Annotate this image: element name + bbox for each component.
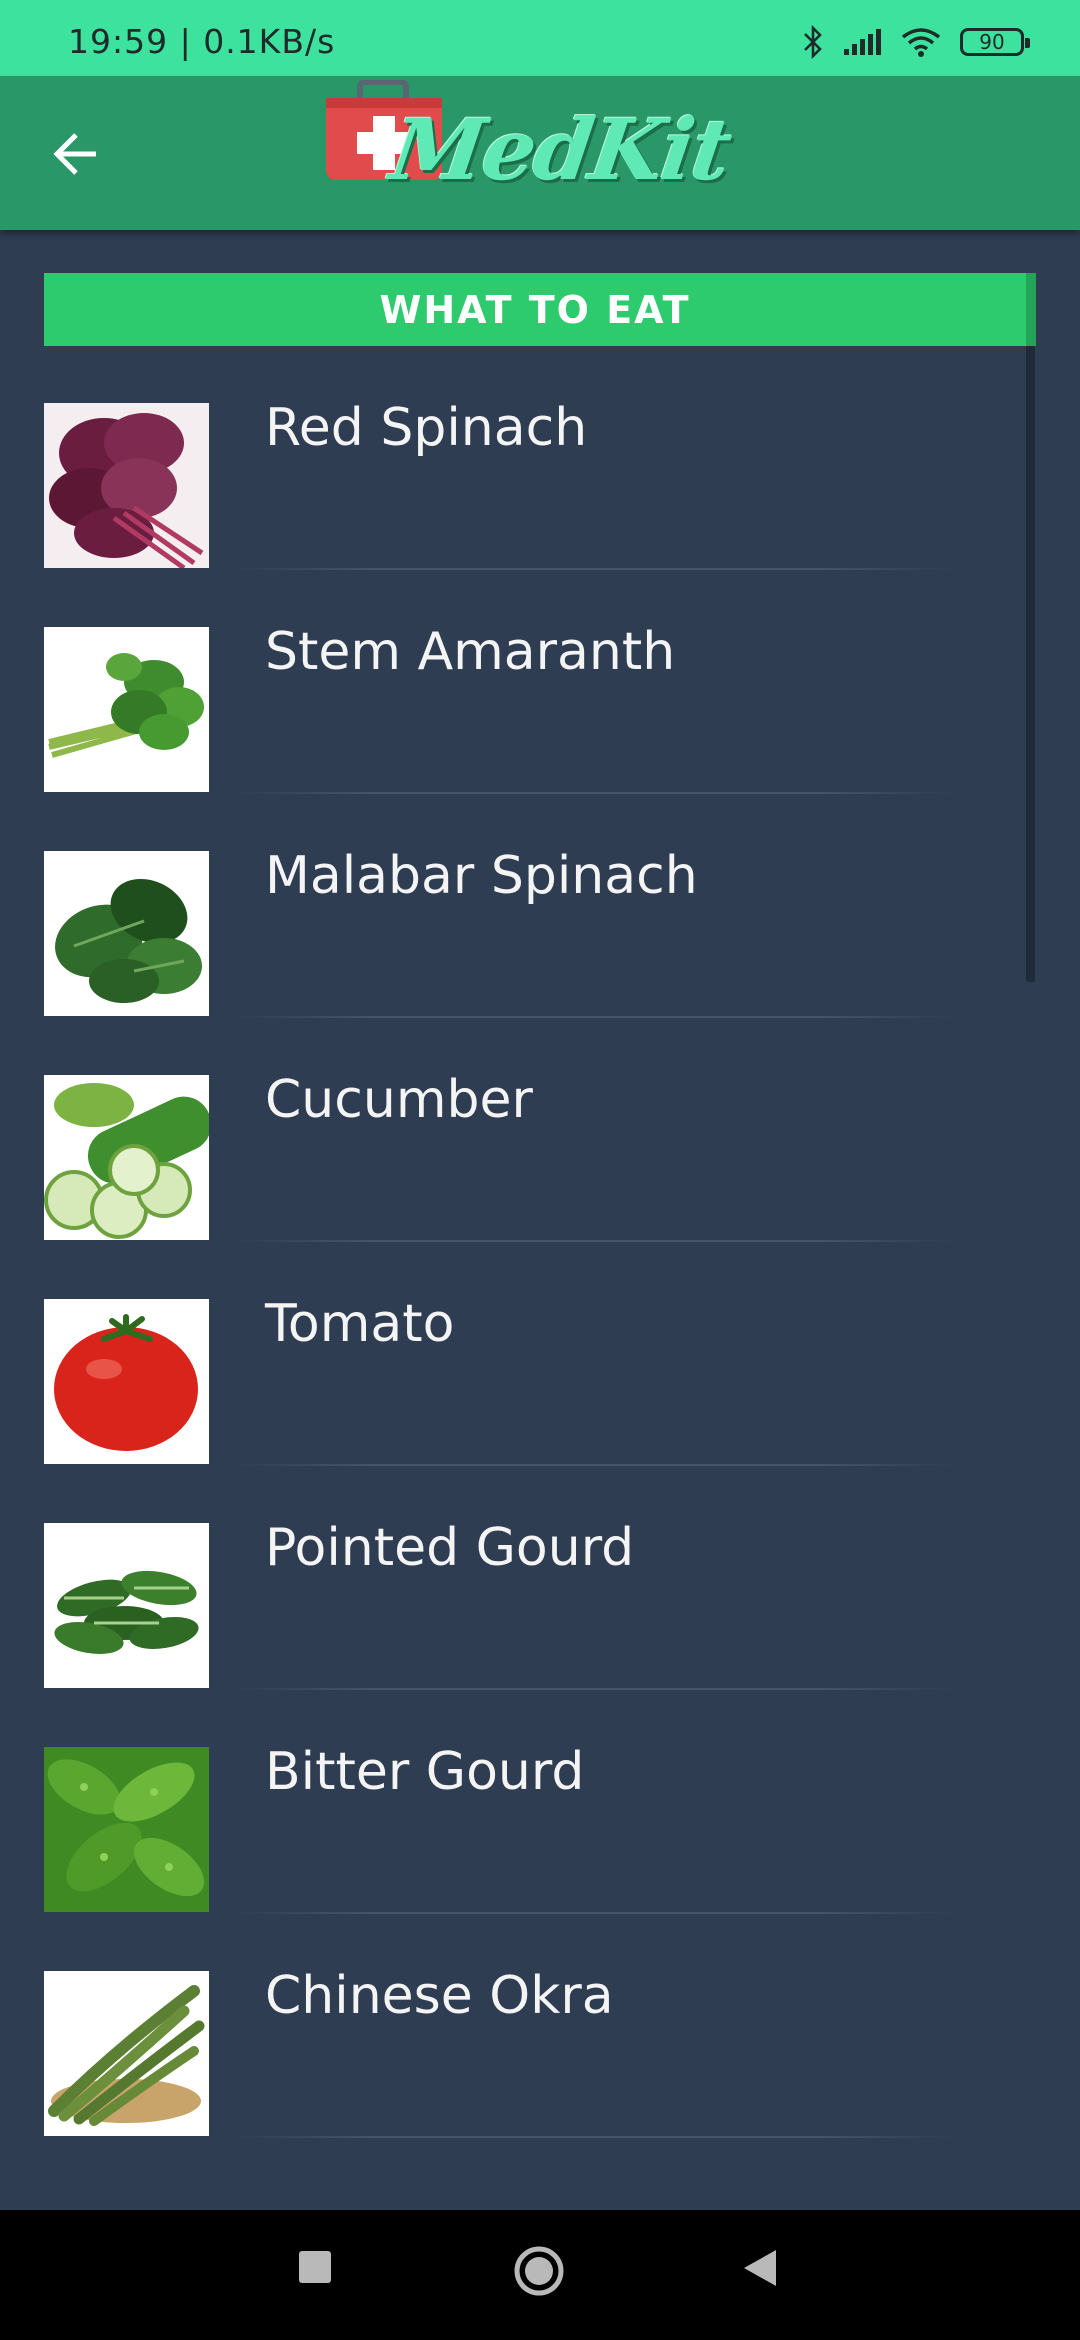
- pointed-gourd-image: [44, 1523, 209, 1688]
- food-name: Red Spinach: [265, 398, 588, 458]
- bitter-gourd-image: [44, 1747, 209, 1912]
- status-time: 19:59 | 0.1KB/s: [68, 22, 336, 61]
- back-triangle-icon: [744, 2250, 776, 2286]
- list-item[interactable]: Malabar Spinach: [0, 794, 1080, 1018]
- section-header: WHAT TO EAT: [44, 273, 1036, 346]
- tomato-image: [44, 1299, 209, 1464]
- malabar-spinach-image: [44, 851, 209, 1016]
- home-circle-icon: [514, 2246, 564, 2296]
- food-name: Pointed Gourd: [265, 1518, 635, 1578]
- signal-icon: [844, 29, 881, 55]
- bluetooth-icon: [804, 25, 822, 59]
- app-bar: MedKit: [0, 76, 1080, 230]
- food-name: Stem Amaranth: [265, 622, 676, 682]
- food-list: Red Spinach Stem Amaranth Malabar Spinac…: [0, 346, 1080, 2138]
- food-name: Chinese Okra: [265, 1966, 614, 2026]
- chinese-okra-image: [44, 1971, 209, 2136]
- list-item[interactable]: Tomato: [0, 1242, 1080, 1466]
- battery-level: 90: [979, 30, 1005, 54]
- list-item[interactable]: Bitter Gourd: [0, 1690, 1080, 1914]
- back-arrow-icon: [53, 133, 96, 175]
- list-item[interactable]: Pointed Gourd: [0, 1466, 1080, 1690]
- status-bar: 19:59 | 0.1KB/s 90: [0, 0, 1080, 76]
- divider: [230, 2136, 960, 2138]
- battery-icon: 90: [960, 28, 1030, 56]
- back-button[interactable]: [44, 122, 108, 186]
- back-nav-button[interactable]: [742, 2248, 778, 2292]
- recents-square-icon: [299, 2251, 331, 2283]
- stem-amaranth-image: [44, 627, 209, 792]
- home-button[interactable]: [513, 2245, 565, 2301]
- logo-text: MedKit: [385, 100, 736, 199]
- status-icons: 90: [802, 24, 1030, 60]
- food-name: Tomato: [265, 1294, 455, 1354]
- list-item[interactable]: Chinese Okra: [0, 1914, 1080, 2138]
- food-name: Bitter Gourd: [265, 1742, 585, 1802]
- food-name: Cucumber: [265, 1070, 533, 1130]
- list-item[interactable]: Stem Amaranth: [0, 570, 1080, 794]
- red-spinach-image: [44, 403, 209, 568]
- app-logo: MedKit: [320, 78, 740, 228]
- cucumber-image: [44, 1075, 209, 1240]
- list-item[interactable]: Red Spinach: [0, 346, 1080, 570]
- recents-button[interactable]: [298, 2250, 332, 2288]
- list-item[interactable]: Cucumber: [0, 1018, 1080, 1242]
- navigation-bar: [0, 2210, 1080, 2340]
- wifi-icon: [901, 28, 941, 57]
- food-name: Malabar Spinach: [265, 846, 698, 906]
